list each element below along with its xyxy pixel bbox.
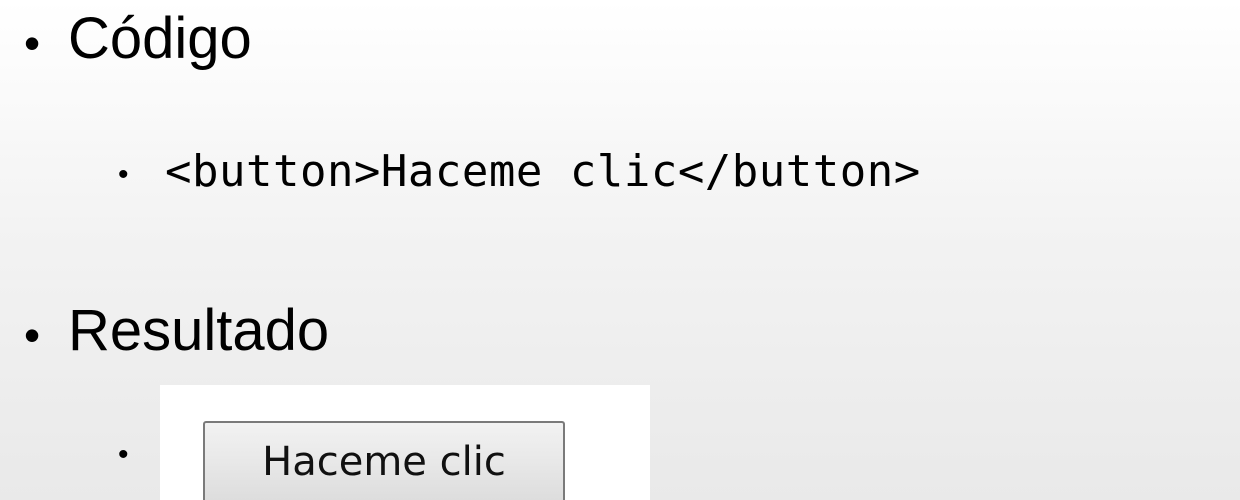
bullet-icon: •	[118, 438, 129, 471]
resultado-heading: Resultado	[68, 298, 330, 363]
haceme-clic-button[interactable]: Haceme clic	[203, 421, 565, 500]
code-sample: <button>Haceme clic</button>	[165, 146, 921, 197]
bullet-icon: •	[24, 309, 41, 361]
bullet-icon: •	[118, 158, 129, 191]
codigo-heading: Código	[68, 6, 252, 71]
bullet-icon: •	[24, 17, 41, 69]
result-panel: Haceme clic	[160, 385, 650, 500]
